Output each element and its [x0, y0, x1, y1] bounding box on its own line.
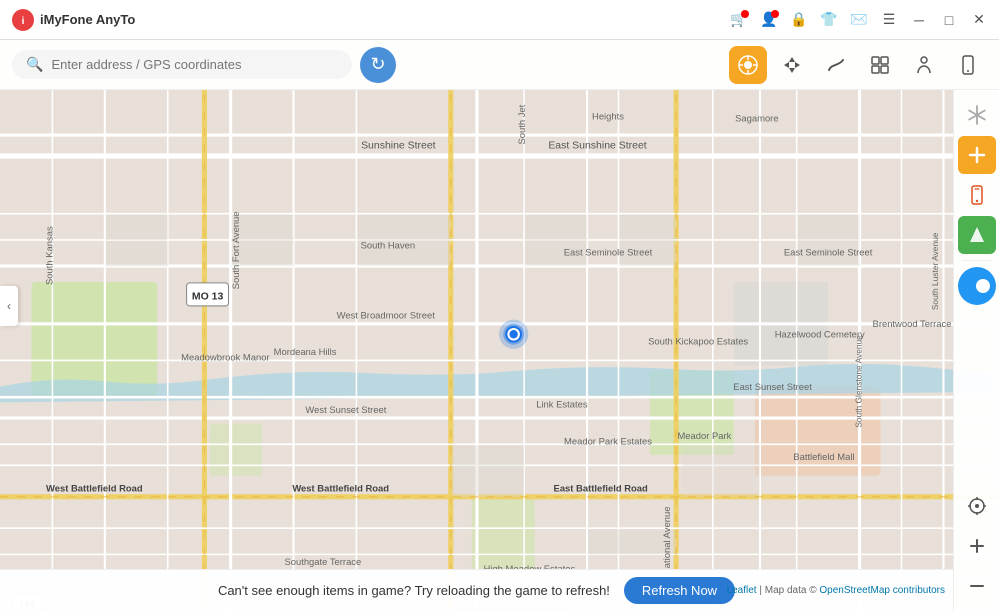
- sidebar-toggle-button[interactable]: ‹: [0, 286, 18, 326]
- route-mode-button[interactable]: [817, 46, 855, 84]
- search-input[interactable]: [51, 57, 338, 72]
- svg-text:East Seminole Street: East Seminole Street: [784, 247, 873, 258]
- svg-text:South Kansas: South Kansas: [43, 226, 54, 285]
- user-badge: [771, 10, 779, 18]
- svg-text:East Sunset Street: East Sunset Street: [733, 381, 812, 392]
- mail-icon[interactable]: ✉️: [845, 6, 873, 34]
- svg-text:South Luster Avenue: South Luster Avenue: [930, 232, 940, 310]
- shirt-icon[interactable]: 👕: [815, 6, 843, 34]
- svg-text:South Fort Avenue: South Fort Avenue: [230, 211, 241, 289]
- svg-text:South Glenstone Avenue: South Glenstone Avenue: [854, 335, 864, 428]
- freeze-icon-button[interactable]: [958, 96, 996, 134]
- svg-text:East Battlefield Road: East Battlefield Road: [554, 482, 648, 493]
- bottom-notification-bar: Can't see enough items in game? Try relo…: [0, 569, 953, 611]
- multi-spot-button[interactable]: [861, 46, 899, 84]
- svg-text:East Sunshine Street: East Sunshine Street: [548, 141, 646, 152]
- svg-text:Heights: Heights: [592, 110, 624, 121]
- svg-text:Mordeana Hills: Mordeana Hills: [274, 346, 337, 357]
- cart-badge: [741, 10, 749, 18]
- svg-text:South Jet: South Jet: [516, 104, 527, 144]
- svg-text:South Haven: South Haven: [361, 239, 415, 250]
- phone-icon-button[interactable]: [958, 176, 996, 214]
- pokemon-go-icon-button[interactable]: [958, 216, 996, 254]
- title-actions: 🛒 👤 🔒 👕 ✉️ ☰ ─ □ ✕: [725, 6, 999, 34]
- add-favorite-button[interactable]: [958, 136, 996, 174]
- notification-message: Can't see enough items in game? Try relo…: [218, 583, 610, 598]
- svg-text:West Sunset Street: West Sunset Street: [305, 404, 386, 415]
- searchbar: 🔍 ↻: [0, 40, 999, 90]
- svg-text:Meadowbrook Manor: Meadowbrook Manor: [181, 351, 270, 362]
- move-mode-button[interactable]: [773, 46, 811, 84]
- panel-divider: [962, 260, 992, 261]
- maximize-button[interactable]: □: [935, 6, 963, 34]
- svg-text:Meador Park: Meador Park: [677, 430, 731, 441]
- map-attribution: Leaflet | Map data © OpenStreetMap contr…: [727, 585, 945, 596]
- svg-text:i: i: [22, 16, 25, 27]
- svg-text:Meador Park Estates: Meador Park Estates: [564, 435, 652, 446]
- location-mode-button[interactable]: [729, 46, 767, 84]
- svg-text:Sunshine Street: Sunshine Street: [361, 141, 436, 152]
- lock-icon[interactable]: 🔒: [785, 6, 813, 34]
- search-input-wrap: 🔍: [12, 50, 352, 79]
- svg-text:Southgate Terrace: Southgate Terrace: [284, 556, 361, 567]
- svg-text:Sagamore: Sagamore: [735, 112, 778, 123]
- crosshair-button[interactable]: [958, 487, 996, 525]
- person-icon-button[interactable]: [905, 46, 943, 84]
- cart-icon[interactable]: 🛒: [725, 6, 753, 34]
- logo-icon: i: [12, 9, 34, 31]
- zoom-out-button[interactable]: [958, 567, 996, 605]
- svg-text:Hazelwood Cemetery: Hazelwood Cemetery: [775, 328, 865, 339]
- search-icon: 🔍: [26, 56, 43, 73]
- svg-text:MO 13: MO 13: [192, 292, 224, 303]
- user-icon[interactable]: 👤: [755, 6, 783, 34]
- titlebar: i iMyFone AnyTo 🛒 👤 🔒 👕 ✉️ ☰ ─ □ ✕: [0, 0, 999, 40]
- svg-text:East Seminole Street: East Seminole Street: [564, 247, 653, 258]
- toolbar-right: [729, 46, 987, 84]
- svg-text:Battlefield Mall: Battlefield Mall: [793, 451, 854, 462]
- svg-text:Link Estates: Link Estates: [536, 399, 588, 410]
- refresh-now-button[interactable]: Refresh Now: [624, 577, 735, 604]
- svg-text:West Battlefield Road: West Battlefield Road: [46, 482, 143, 493]
- zoom-in-button[interactable]: [958, 527, 996, 565]
- menu-icon[interactable]: ☰: [875, 6, 903, 34]
- app-title: iMyFone AnyTo: [40, 12, 135, 27]
- svg-text:South Kickapoo Estates: South Kickapoo Estates: [648, 336, 748, 347]
- osm-link[interactable]: OpenStreetMap contributors: [819, 585, 945, 596]
- device-icon-button[interactable]: [949, 46, 987, 84]
- map[interactable]: MO 13 164 Sunshine Street East Sunshine …: [0, 90, 999, 611]
- minimize-button[interactable]: ─: [905, 6, 933, 34]
- right-panel: [953, 90, 999, 611]
- toggle-button[interactable]: [958, 267, 996, 305]
- leaflet-link[interactable]: Leaflet: [727, 585, 757, 596]
- svg-text:West Battlefield Road: West Battlefield Road: [292, 482, 389, 493]
- svg-text:West Broadmoor Street: West Broadmoor Street: [337, 310, 436, 321]
- close-button[interactable]: ✕: [965, 6, 993, 34]
- app-logo: i iMyFone AnyTo: [0, 9, 147, 31]
- svg-text:Brentwood Terrace: Brentwood Terrace: [873, 318, 952, 329]
- refresh-direction-button[interactable]: ↻: [360, 47, 396, 83]
